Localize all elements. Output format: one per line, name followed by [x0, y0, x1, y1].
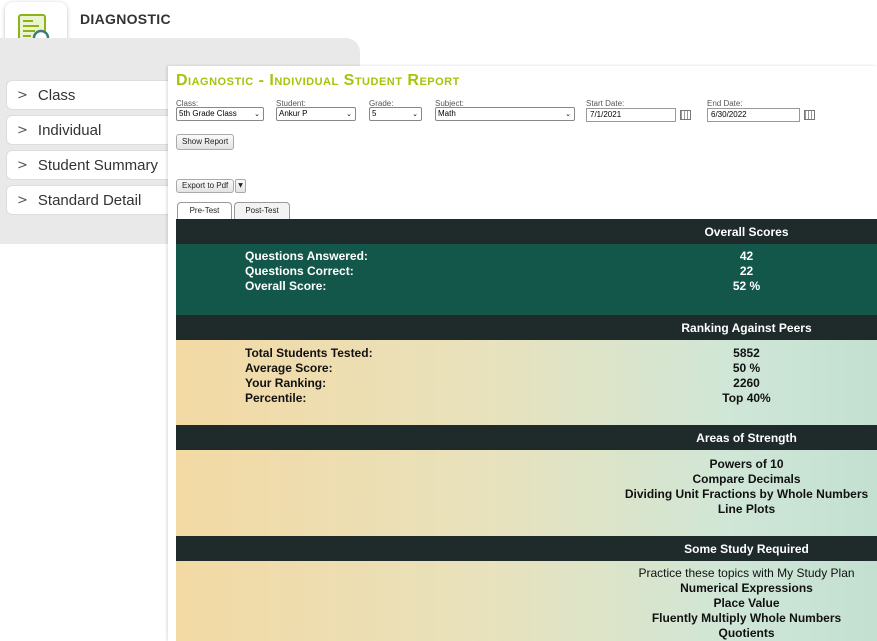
strength-item: Line Plots — [717, 502, 776, 516]
report-panel: Diagnostic - Individual Student Report C… — [168, 66, 877, 641]
study-item: Place Value — [713, 596, 780, 610]
show-report-button[interactable]: Show Report — [176, 134, 235, 150]
class-select[interactable]: 5th Grade Class ⌄ — [176, 107, 264, 121]
strength-section: Powers of 10 Compare Decimals Dividing U… — [176, 450, 877, 536]
average-score-label: Average Score: — [245, 361, 333, 375]
section-title: Overall Scores — [704, 225, 789, 239]
student-select[interactable]: Ankur P ⌄ — [276, 107, 356, 121]
questions-answered-label: Questions Answered: — [245, 249, 368, 263]
sidebar-item-label: Individual — [37, 121, 102, 139]
chevron-right-icon: > — [17, 87, 28, 103]
total-students-value: 5852 — [733, 346, 760, 360]
student-select-value: Ankur P — [279, 109, 308, 118]
chevron-down-icon: ⌄ — [565, 110, 571, 118]
tab-post-test[interactable]: Post-Test — [234, 202, 290, 219]
sidebar-item-individual[interactable]: > Individual — [6, 115, 168, 145]
questions-answered-value: 42 — [739, 249, 754, 263]
percentile-label: Percentile: — [245, 391, 307, 405]
app-window: DIAGNOSTIC > Class > Individual > Studen… — [0, 0, 877, 641]
total-students-label: Total Students Tested: — [245, 346, 373, 360]
report-body: Overall Scores Questions Answered: 42 Qu… — [176, 219, 877, 641]
strength-item: Dividing Unit Fractions by Whole Numbers — [624, 487, 869, 501]
section-title: Areas of Strength — [696, 431, 797, 445]
export-pdf-button[interactable]: Export to Pdf — [176, 179, 235, 193]
overall-score-label: Overall Score: — [245, 279, 327, 293]
percentile-value: Top 40% — [722, 391, 771, 405]
grade-select[interactable]: 5 ⌄ — [369, 107, 422, 121]
sidebar-item-student-summary[interactable]: > Student Summary — [6, 150, 168, 180]
export-options-dropdown[interactable]: ▼ — [235, 179, 246, 193]
sidebar-item-label: Standard Detail — [37, 191, 142, 209]
start-date-label: Start Date: — [586, 99, 625, 108]
study-header: Some Study Required — [176, 536, 877, 561]
strength-header: Areas of Strength — [176, 425, 877, 450]
sidebar-item-label: Class — [37, 86, 76, 104]
tab-pre-test[interactable]: Pre-Test — [177, 202, 232, 219]
overall-scores-header: Overall Scores — [176, 219, 877, 244]
study-item: Quotients — [718, 626, 775, 640]
ranking-header: Ranking Against Peers — [176, 315, 877, 340]
chevron-right-icon: > — [17, 192, 28, 208]
sidebar-item-standard-detail[interactable]: > Standard Detail — [6, 185, 168, 215]
chevron-down-icon: ⌄ — [346, 110, 352, 118]
sidebar-item-class[interactable]: > Class — [6, 80, 168, 110]
chevron-right-icon: > — [17, 157, 28, 173]
section-title: Some Study Required — [684, 542, 809, 556]
chevron-down-icon: ⌄ — [412, 110, 418, 118]
section-title: Ranking Against Peers — [681, 321, 812, 335]
chevron-right-icon: > — [17, 122, 28, 138]
questions-correct-label: Questions Correct: — [245, 264, 354, 278]
sidebar-item-label: Student Summary — [37, 156, 158, 174]
your-ranking-value: 2260 — [733, 376, 760, 390]
strength-item: Compare Decimals — [692, 472, 801, 486]
chevron-down-icon: ⌄ — [254, 110, 260, 118]
calendar-icon[interactable] — [680, 110, 691, 120]
subject-select-value: Math — [438, 109, 456, 118]
grade-select-value: 5 — [372, 109, 377, 118]
study-item: Fluently Multiply Whole Numbers — [651, 611, 842, 625]
end-date-label: End Date: — [707, 99, 743, 108]
overall-score-value: 52 % — [732, 279, 761, 293]
study-section: Practice these topics with My Study Plan… — [176, 561, 877, 641]
page-title: Diagnostic - Individual Student Report — [176, 72, 460, 89]
overall-scores-section: Questions Answered: 42 Questions Correct… — [176, 244, 877, 315]
your-ranking-label: Your Ranking: — [245, 376, 327, 390]
app-brand-title: DIAGNOSTIC — [80, 11, 171, 27]
subject-select[interactable]: Math ⌄ — [435, 107, 575, 121]
calendar-icon[interactable] — [804, 110, 815, 120]
average-score-value: 50 % — [732, 361, 761, 375]
caret-down-icon: ▼ — [238, 182, 243, 189]
questions-correct-value: 22 — [739, 264, 754, 278]
study-item: Numerical Expressions — [680, 581, 813, 595]
start-date-field[interactable]: 7/1/2021 — [586, 108, 676, 122]
end-date-field[interactable]: 6/30/2022 — [707, 108, 800, 122]
ranking-section: Total Students Tested: 5852 Average Scor… — [176, 340, 877, 425]
study-intro: Practice these topics with My Study Plan — [638, 566, 855, 580]
strength-item: Powers of 10 — [709, 457, 784, 471]
class-select-value: 5th Grade Class — [179, 109, 237, 118]
